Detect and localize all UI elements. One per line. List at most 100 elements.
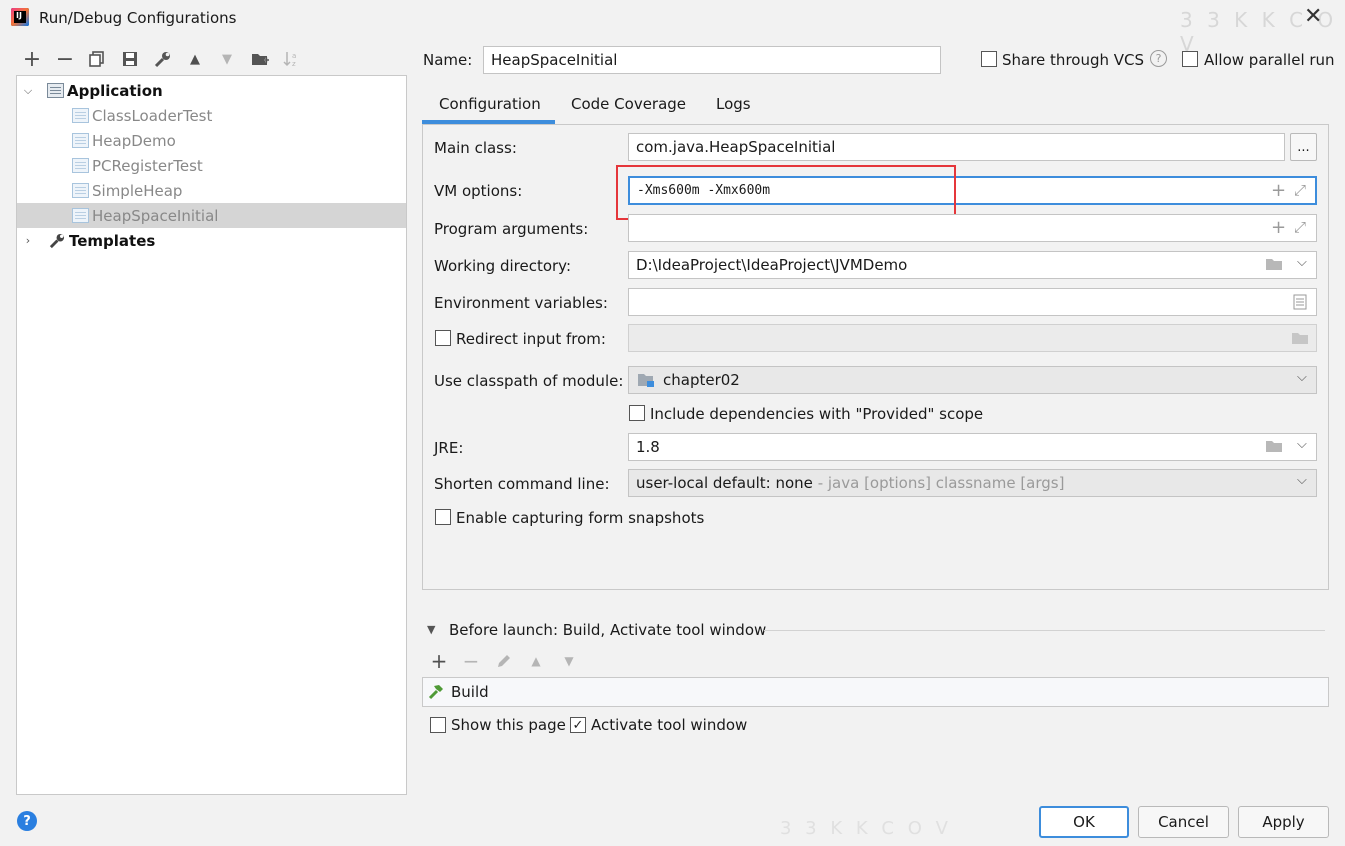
edit-list-icon[interactable]	[1293, 294, 1307, 314]
name-input[interactable]: HeapSpaceInitial	[483, 46, 941, 74]
close-icon[interactable]: ✕	[1304, 4, 1322, 29]
shorten-cmd-hint: - java [options] classname [args]	[812, 474, 1065, 492]
chevron-down-icon[interactable]: ⌵	[1297, 255, 1307, 270]
chevron-down-icon[interactable]: ⌵	[1297, 473, 1307, 488]
expand-icon[interactable]: ⤢	[1294, 218, 1306, 236]
remove-task-icon[interactable]: −	[459, 649, 483, 673]
cancel-button[interactable]: Cancel	[1138, 806, 1229, 838]
share-vcs-label: Share through VCS	[1002, 51, 1145, 69]
sort-icon[interactable]: az	[280, 47, 304, 71]
shorten-cmd-value: user-local default: none	[636, 474, 813, 492]
tree-item-label: PCRegisterTest	[92, 156, 203, 175]
class-config-icon	[72, 108, 89, 123]
help-circle-icon[interactable]: ?	[1150, 50, 1167, 67]
class-config-icon	[72, 158, 89, 173]
jre-label: JRE:	[434, 439, 464, 457]
separator	[764, 630, 1325, 631]
help-button[interactable]: ?	[17, 811, 37, 831]
move-task-up-icon[interactable]: ▲	[524, 649, 548, 673]
save-icon[interactable]	[118, 47, 142, 71]
allow-parallel-checkbox[interactable]	[1182, 51, 1198, 67]
add-icon[interactable]: +	[20, 47, 44, 72]
include-deps-checkbox[interactable]	[629, 405, 645, 421]
shorten-cmd-label: Shorten command line:	[434, 475, 610, 493]
tree-item-pcregistertest[interactable]: PCRegisterTest	[17, 153, 406, 178]
insert-macro-icon[interactable]: +	[1271, 180, 1286, 201]
shorten-cmd-select[interactable]: user-local default: none - java [options…	[628, 469, 1317, 497]
wrench-icon[interactable]	[150, 47, 174, 71]
class-config-icon	[72, 183, 89, 198]
tree-group-application[interactable]: ⌵ Application	[17, 78, 406, 103]
chevron-down-icon[interactable]: ⌵	[1297, 437, 1307, 452]
edit-task-icon[interactable]	[492, 649, 516, 673]
intellij-icon: IJ	[11, 8, 29, 26]
move-up-icon[interactable]: ▲	[183, 47, 207, 71]
program-args-input[interactable]	[628, 214, 1317, 242]
working-dir-input[interactable]: D:\IdeaProject\IdeaProject\JVMDemo	[628, 251, 1317, 279]
svg-text:z: z	[292, 60, 296, 68]
svg-text:a: a	[292, 52, 296, 60]
tree-item-label: HeapSpaceInitial	[92, 206, 219, 225]
tree-item-heapspaceinitial[interactable]: HeapSpaceInitial	[17, 203, 406, 228]
folder-icon[interactable]	[1265, 439, 1283, 457]
vm-options-label: VM options:	[434, 182, 523, 200]
folder-add-icon[interactable]	[248, 47, 272, 71]
configuration-tree[interactable]: ⌵ Application ClassLoaderTest HeapDemo P…	[16, 75, 407, 795]
program-args-label: Program arguments:	[434, 220, 589, 238]
tab-code-coverage[interactable]: Code Coverage	[571, 95, 686, 113]
share-vcs-checkbox[interactable]	[981, 51, 997, 67]
snapshots-checkbox[interactable]	[435, 509, 451, 525]
remove-icon[interactable]: −	[53, 47, 77, 72]
insert-macro-icon[interactable]: +	[1271, 217, 1286, 238]
tree-item-classloadertest[interactable]: ClassLoaderTest	[17, 103, 406, 128]
chevron-down-icon[interactable]: ⌵	[1297, 370, 1307, 385]
move-down-icon[interactable]: ▼	[215, 47, 239, 71]
window-title: Run/Debug Configurations	[39, 9, 237, 27]
show-page-checkbox[interactable]	[430, 717, 446, 733]
ok-button[interactable]: OK	[1039, 806, 1129, 838]
working-dir-label: Working directory:	[434, 257, 572, 275]
chevron-right-icon[interactable]: ›	[21, 234, 35, 247]
class-config-icon	[72, 133, 89, 148]
apply-button[interactable]: Apply	[1238, 806, 1329, 838]
collapse-triangle-icon[interactable]: ▼	[427, 623, 435, 636]
tab-configuration[interactable]: Configuration	[439, 95, 541, 113]
main-class-label: Main class:	[434, 139, 517, 157]
show-page-label: Show this page	[451, 716, 566, 734]
env-vars-input[interactable]	[628, 288, 1317, 316]
redirect-input-checkbox[interactable]	[435, 330, 451, 346]
tree-item-heapdemo[interactable]: HeapDemo	[17, 128, 406, 153]
watermark: 3 3 K K C O V	[780, 818, 952, 839]
allow-parallel-label: Allow parallel run	[1204, 51, 1335, 69]
activate-tool-checkbox[interactable]: ✓	[570, 717, 586, 733]
browse-main-class-button[interactable]: ...	[1290, 133, 1317, 161]
class-config-icon	[72, 208, 89, 223]
classpath-module-label: Use classpath of module:	[434, 372, 624, 390]
jre-select[interactable]: 1.8	[628, 433, 1317, 461]
tab-logs[interactable]: Logs	[716, 95, 751, 113]
tree-item-simpleheap[interactable]: SimpleHeap	[17, 178, 406, 203]
env-vars-label: Environment variables:	[434, 294, 608, 312]
tree-group-label: Application	[67, 81, 163, 100]
redirect-input-label: Redirect input from:	[456, 330, 606, 348]
before-launch-title: Before launch: Build, Activate tool wind…	[449, 621, 767, 639]
before-launch-task-build[interactable]: Build	[422, 677, 1329, 707]
folder-icon[interactable]	[1265, 257, 1283, 275]
snapshots-label: Enable capturing form snapshots	[456, 509, 705, 527]
tree-item-label: HeapDemo	[92, 131, 176, 150]
vm-options-input[interactable]: -Xms600m -Xmx600m	[628, 176, 1317, 205]
chevron-down-icon[interactable]: ⌵	[21, 84, 35, 98]
copy-icon[interactable]	[85, 47, 109, 71]
tree-group-label: Templates	[69, 231, 156, 250]
module-folder-icon	[637, 372, 655, 392]
move-task-down-icon[interactable]: ▼	[557, 649, 581, 673]
tree-item-label: ClassLoaderTest	[92, 106, 213, 125]
expand-icon[interactable]: ⤢	[1294, 181, 1306, 199]
add-task-icon[interactable]: +	[427, 649, 451, 673]
build-task-label: Build	[451, 683, 489, 701]
main-class-input[interactable]: com.java.HeapSpaceInitial	[628, 133, 1285, 161]
classpath-module-select[interactable]: chapter02	[628, 366, 1317, 394]
include-deps-label: Include dependencies with "Provided" sco…	[650, 405, 984, 423]
redirect-input-field	[628, 324, 1317, 352]
tree-group-templates[interactable]: › Templates	[17, 228, 406, 253]
